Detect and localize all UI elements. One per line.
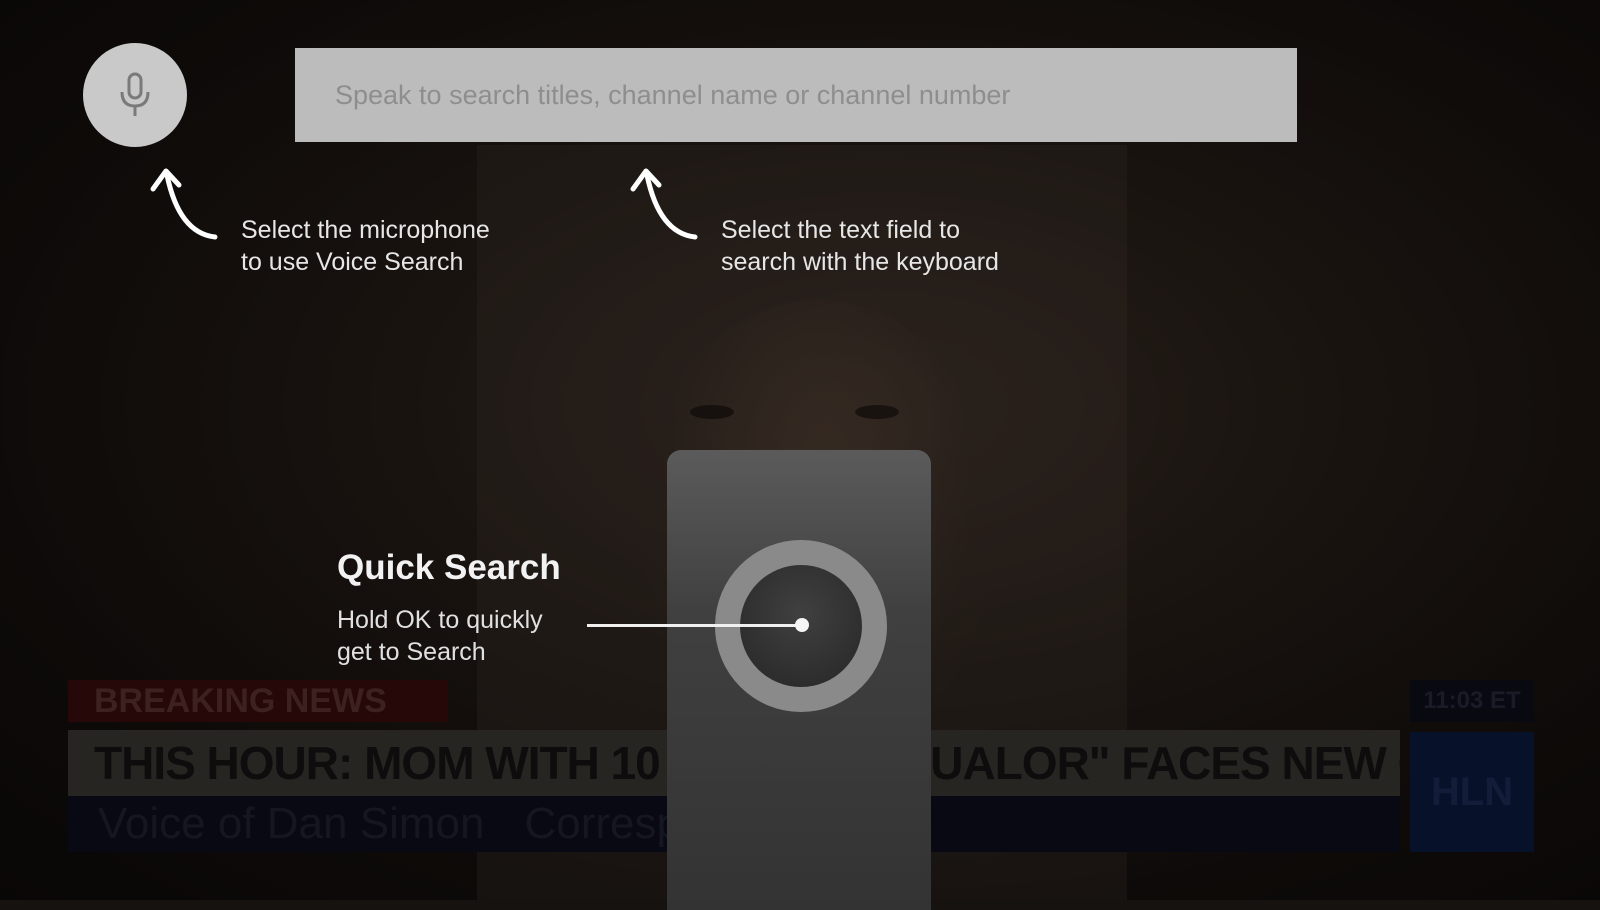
quick-search-title: Quick Search xyxy=(337,548,561,587)
voice-search-button[interactable] xyxy=(83,43,187,147)
pointer-line xyxy=(587,624,800,627)
hint-line: Select the text field to xyxy=(721,216,961,244)
hint-line: get to Search xyxy=(337,638,486,666)
voice-search-hint: Select the microphone to use Voice Searc… xyxy=(241,214,490,278)
microphone-icon xyxy=(120,72,150,116)
keyboard-search-hint: Select the text field to search with the… xyxy=(721,214,999,278)
curved-arrow-icon xyxy=(630,168,698,240)
hint-line: search with the keyboard xyxy=(721,248,999,276)
quick-search-description: Hold OK to quickly get to Search xyxy=(337,604,543,668)
hint-line: to use Voice Search xyxy=(241,248,464,276)
hint-line: Hold OK to quickly xyxy=(337,606,543,634)
pointer-dot xyxy=(795,618,809,632)
hint-line: Select the microphone xyxy=(241,216,490,244)
curved-arrow-icon xyxy=(150,168,218,240)
search-input[interactable] xyxy=(295,48,1297,142)
